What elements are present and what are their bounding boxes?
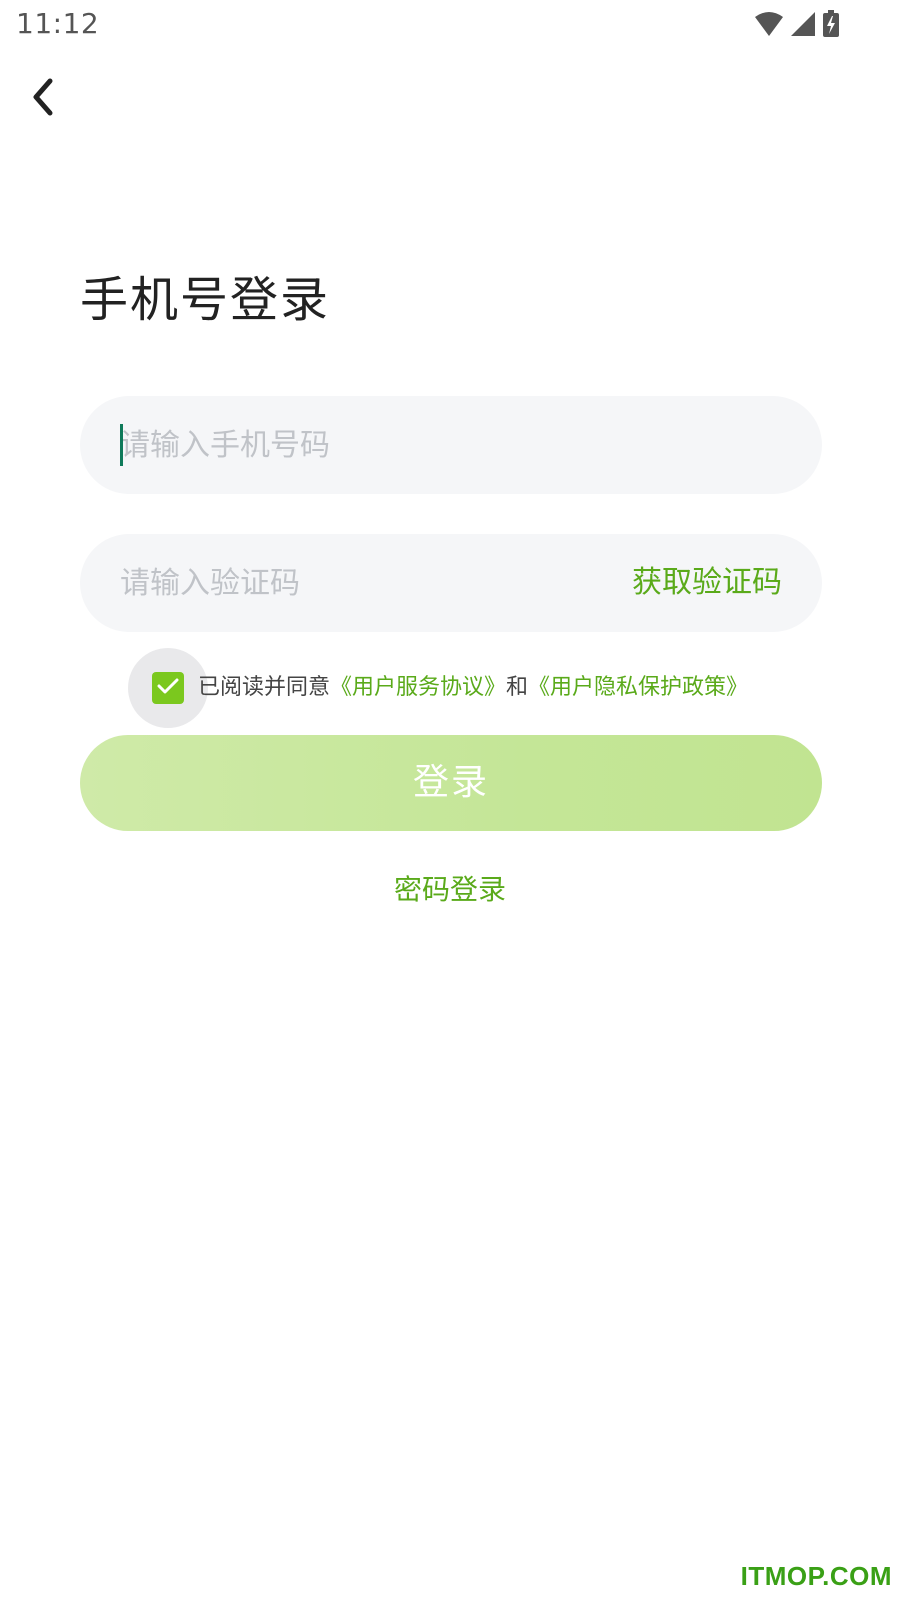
text-caret (120, 424, 123, 466)
chevron-left-icon (30, 77, 56, 121)
back-button[interactable] (18, 74, 68, 124)
user-service-agreement-link[interactable]: 《用户服务协议》 (330, 675, 506, 700)
agreement-conjunction: 和 (506, 675, 529, 700)
checkmark-icon (157, 677, 179, 699)
agreement-checkbox[interactable] (128, 648, 208, 728)
status-bar: 11:12 (0, 0, 900, 48)
wifi-icon (754, 11, 784, 37)
cellular-signal-icon (790, 11, 816, 37)
status-icons (754, 10, 840, 38)
status-time: 11:12 (16, 7, 100, 40)
watermark: ITMOP.COM (740, 1561, 892, 1591)
agreement-text: 已阅读并同意《用户服务协议》和《用户隐私保护政策》 (198, 648, 748, 728)
page-title: 手机号登录 (80, 272, 331, 328)
password-login-link[interactable]: 密码登录 (0, 868, 900, 912)
verification-code-input[interactable] (120, 534, 580, 632)
battery-charging-icon (822, 10, 840, 38)
agreement-row: 已阅读并同意《用户服务协议》和《用户隐私保护政策》 (128, 648, 848, 728)
privacy-policy-link[interactable]: 《用户隐私保护政策》 (528, 675, 748, 700)
agreement-prefix: 已阅读并同意 (198, 675, 331, 700)
code-input-container: 获取验证码 (80, 534, 822, 632)
phone-input[interactable] (120, 396, 780, 494)
checkbox-box (152, 672, 184, 704)
login-button[interactable]: 登录 (80, 735, 822, 831)
phone-input-container (80, 396, 822, 494)
get-code-button[interactable]: 获取验证码 (632, 534, 782, 632)
